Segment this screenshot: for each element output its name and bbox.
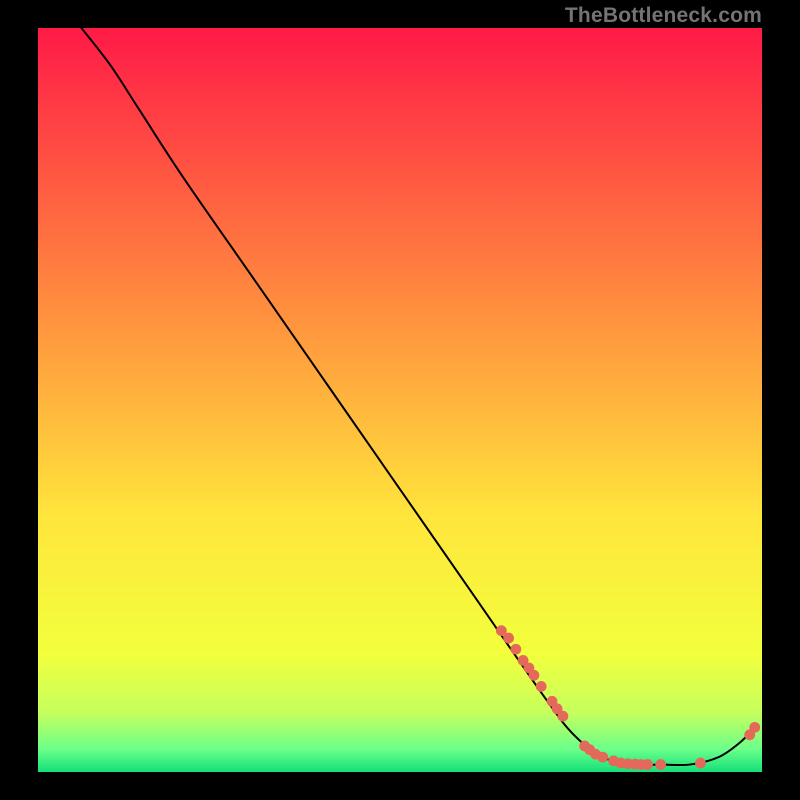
data-marker <box>536 681 547 692</box>
data-marker <box>558 711 569 722</box>
data-marker <box>642 759 653 770</box>
data-marker <box>655 759 666 770</box>
data-marker <box>695 758 706 769</box>
data-marker <box>749 722 760 733</box>
watermark-text: TheBottleneck.com <box>565 4 762 28</box>
bottleneck-curve <box>81 28 754 765</box>
data-marker <box>529 670 540 681</box>
marker-group <box>496 625 760 770</box>
plot-area <box>38 28 762 772</box>
data-marker <box>503 633 514 644</box>
data-layer <box>38 28 762 772</box>
data-marker <box>597 752 608 763</box>
data-marker <box>510 644 521 655</box>
chart-stage: TheBottleneck.com <box>0 0 800 800</box>
